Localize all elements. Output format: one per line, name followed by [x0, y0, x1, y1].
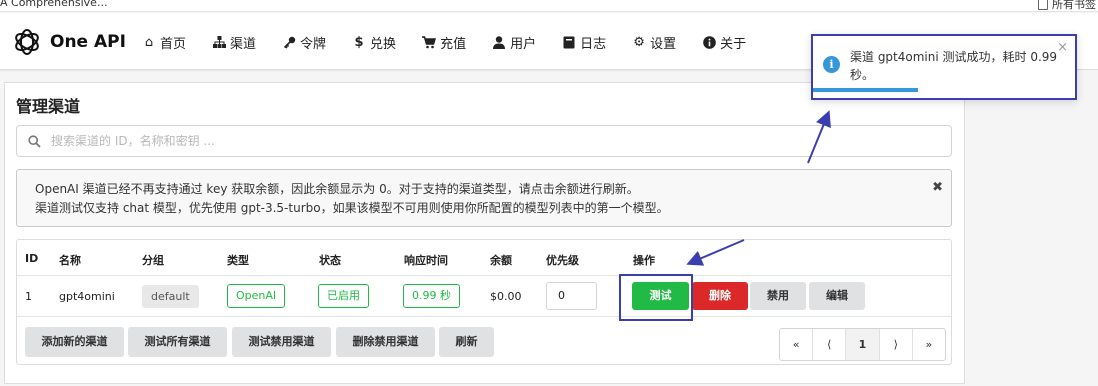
main-nav: ⌂ 首页 渠道 令牌 $ 兑换 充值 用户 日志 ⚙ 设置 关于 — [142, 33, 772, 52]
test-disabled-channels-button[interactable]: 测试禁用渠道 — [232, 327, 331, 357]
success-toast: i 渠道 gpt4omini 测试成功，耗时 0.99 秒。 × — [811, 34, 1077, 100]
table-row: 1 gpt4omini default OpenAI 已启用 0.99 秒 $0… — [17, 276, 951, 317]
response-time-label[interactable]: 0.99 秒 — [403, 284, 460, 308]
close-icon[interactable]: × — [1057, 40, 1068, 55]
test-all-channels-button[interactable]: 测试所有渠道 — [128, 327, 227, 357]
notice-line-2: 渠道测试仅支持 chat 模型，优先使用 gpt-3.5-turbo，如果该模型… — [35, 201, 669, 215]
add-channel-button[interactable]: 添加新的渠道 — [25, 327, 124, 357]
prev-page-button[interactable]: ⟨ — [813, 329, 847, 360]
channels-card: 管理渠道 OpenAI 渠道已经不再支持通过 key 获取余额，因此余额显示为 … — [4, 82, 965, 384]
last-page-button[interactable]: » — [913, 329, 945, 360]
page-title: 管理渠道 — [16, 97, 81, 116]
first-page-button[interactable]: « — [780, 329, 814, 360]
book-icon — [562, 35, 576, 49]
toast-message: 渠道 gpt4omini 测试成功，耗时 0.99 秒。 — [850, 50, 1058, 82]
info-notice: OpenAI 渠道已经不再支持通过 key 获取余额，因此余额显示为 0。对于支… — [16, 169, 952, 227]
openai-logo-icon — [15, 29, 39, 55]
cell-id: 1 — [25, 290, 32, 303]
user-icon — [492, 35, 506, 49]
nav-label: 充值 — [440, 36, 467, 52]
page-1-button[interactable]: 1 — [846, 329, 880, 360]
nav-item-logs[interactable]: 日志 — [562, 33, 607, 52]
nav-item-channels[interactable]: 渠道 — [212, 33, 257, 52]
search-icon — [28, 134, 41, 148]
brand-name: One API — [50, 32, 126, 52]
col-header-id[interactable]: ID — [25, 252, 38, 265]
col-header-priority[interactable]: 优先级 — [546, 252, 579, 268]
notice-line-1: OpenAI 渠道已经不再支持通过 key 获取余额，因此余额显示为 0。对于支… — [35, 182, 639, 196]
col-header-response-time[interactable]: 响应时间 — [404, 252, 448, 268]
close-icon[interactable]: ✖ — [932, 178, 943, 197]
type-label: OpenAI — [227, 284, 286, 308]
nav-label: 日志 — [580, 36, 607, 52]
info-icon — [702, 35, 716, 49]
nav-label: 兑换 — [370, 36, 397, 52]
nav-item-users[interactable]: 用户 — [492, 33, 537, 52]
nav-label: 关于 — [720, 36, 747, 52]
col-header-type[interactable]: 类型 — [227, 252, 249, 268]
col-header-balance[interactable]: 余额 — [490, 252, 512, 268]
balance-value[interactable]: $0.00 — [490, 290, 522, 303]
col-header-actions: 操作 — [633, 254, 655, 267]
browser-tab-title[interactable]: A Comprehensive... — [0, 0, 107, 9]
nav-label: 设置 — [650, 36, 677, 52]
info-icon: i — [823, 56, 840, 73]
cell-name: gpt4omini — [59, 290, 115, 303]
all-bookmarks-button[interactable]: 所有书签 — [1038, 0, 1096, 12]
nav-label: 渠道 — [230, 36, 257, 52]
disable-button[interactable]: 禁用 — [750, 282, 806, 310]
dollar-icon: $ — [354, 34, 364, 50]
next-page-button[interactable]: ⟩ — [880, 329, 913, 360]
gear-icon: ⚙ — [633, 34, 645, 50]
status-badge: 已启用 — [318, 284, 369, 308]
delete-button[interactable]: 删除 — [692, 282, 748, 310]
nav-label: 令牌 — [300, 36, 327, 52]
nav-item-about[interactable]: 关于 — [702, 33, 747, 52]
toast-progress-bar — [813, 88, 918, 92]
edit-button[interactable]: 编辑 — [809, 282, 865, 310]
delete-disabled-channels-button[interactable]: 删除禁用渠道 — [336, 327, 435, 357]
col-header-status[interactable]: 状态 — [319, 252, 341, 268]
nav-label: 用户 — [510, 36, 537, 52]
test-button-highlight — [619, 274, 693, 321]
nav-item-topup[interactable]: 充值 — [422, 33, 467, 52]
browser-tab-strip: A Comprehensive... 所有书签 — [0, 0, 1098, 12]
priority-input[interactable]: 0 — [546, 282, 597, 310]
search-input[interactable] — [51, 134, 951, 148]
col-header-name[interactable]: 名称 — [59, 252, 81, 268]
table-header-row: ID 名称 分组 类型 状态 响应时间 余额 优先级 操作 — [17, 240, 951, 276]
refresh-button[interactable]: 刷新 — [439, 327, 494, 357]
search-bar[interactable] — [16, 125, 952, 157]
logo-link[interactable]: One API — [12, 27, 126, 57]
nav-label: 首页 — [160, 36, 187, 52]
pagination: « ⟨ 1 ⟩ » — [779, 328, 946, 361]
key-icon — [282, 35, 296, 49]
bookmarks-label: 所有书签 — [1052, 0, 1096, 11]
col-header-group[interactable]: 分组 — [142, 252, 164, 268]
folder-icon — [1038, 0, 1048, 10]
sitemap-icon — [212, 35, 226, 49]
group-label: default — [142, 285, 199, 308]
cart-icon — [422, 35, 437, 49]
home-icon: ⌂ — [144, 34, 154, 50]
nav-item-tokens[interactable]: 令牌 — [282, 33, 327, 52]
nav-item-settings[interactable]: ⚙ 设置 — [632, 33, 677, 52]
channels-table: ID 名称 分组 类型 状态 响应时间 余额 优先级 操作 1 gpt4omin… — [16, 239, 952, 365]
nav-item-home[interactable]: ⌂ 首页 — [142, 33, 187, 52]
nav-item-redeem[interactable]: $ 兑换 — [352, 33, 397, 52]
page-gutter — [1078, 70, 1098, 386]
